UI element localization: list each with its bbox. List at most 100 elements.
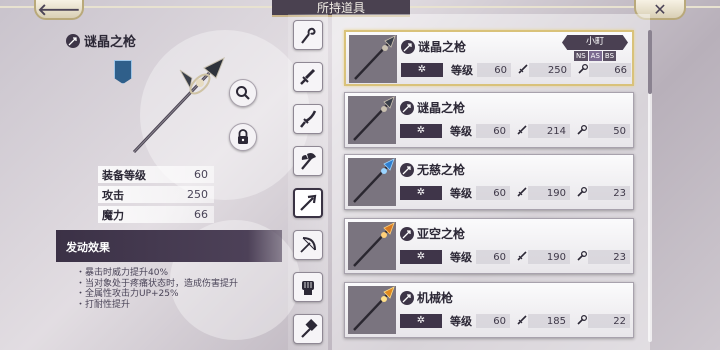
item-card[interactable]: 亚空之枪 ✲ 等级 60 190 23 [344, 218, 634, 274]
level-value-bar: 60 [477, 63, 511, 77]
attack-value-bar: 214 [528, 124, 570, 138]
magic-value-bar: 23 [588, 250, 630, 264]
back-arrow-icon: 🡐 [37, 0, 81, 19]
weapon-thumbnail [348, 286, 396, 334]
detail-item-name: 谜晶之枪 [84, 35, 137, 50]
effect-list: ・暴击时威力提升40% ・当对象处于疼痛状态时，造成伤害提升 ・全属性攻击力UP… [76, 268, 238, 310]
magic-value: 50 [613, 125, 626, 137]
stat-value: 250 [187, 188, 208, 201]
attack-value-bar: 190 [528, 250, 570, 264]
rarity-star-icon: ✲ [400, 186, 442, 200]
magic-value: 23 [613, 251, 626, 263]
item-name: 机械枪 [417, 291, 454, 305]
effect-line: ・暴击时威力提升40% [76, 268, 169, 278]
list-scroll-thumb[interactable] [648, 30, 652, 94]
spear-type-icon [400, 226, 414, 241]
item-card[interactable]: 谜晶之枪 ✲ 等级 60 214 50 [344, 92, 634, 148]
spear-type-icon [400, 162, 414, 177]
rarity-star-icon: ✲ [401, 63, 443, 77]
item-name: 谜晶之枪 [417, 101, 466, 115]
sword-icon [300, 68, 316, 85]
weapon-thumbnail [348, 96, 396, 144]
search-icon [236, 86, 250, 100]
attack-icon [516, 186, 528, 201]
attack-icon [516, 124, 528, 139]
attack-value-bar: 185 [528, 314, 570, 328]
effect-line: ・当对象处于疼痛状态时，造成伤害提升 [76, 278, 239, 289]
attack-value: 190 [546, 251, 566, 263]
stat-label: 装备等级 [102, 168, 146, 182]
spear-type-icon [400, 290, 414, 305]
gauntlet-icon [302, 281, 314, 295]
tab-sword[interactable] [293, 62, 323, 92]
level-value-bar: 60 [476, 124, 510, 138]
tab-katana[interactable] [293, 104, 323, 134]
spear-type-icon [66, 33, 80, 48]
level-value-bar: 60 [476, 314, 510, 328]
tab-axe[interactable] [293, 146, 323, 176]
level-label: 等级 [450, 251, 472, 264]
magic-icon [576, 186, 588, 201]
attack-value: 185 [546, 315, 566, 327]
rarity-star-icon: ✲ [400, 124, 442, 138]
owner-tag: AS [588, 51, 602, 61]
item-name-row: 亚空之枪 [400, 225, 465, 242]
level-value: 60 [493, 187, 506, 199]
stat-label: 攻击 [102, 188, 124, 202]
level-value: 60 [493, 125, 506, 137]
level-value-bar: 60 [476, 250, 510, 264]
item-name-row: 谜晶之枪 [401, 38, 466, 55]
lock-icon [238, 129, 248, 144]
attack-value: 214 [546, 125, 566, 137]
attack-icon [516, 314, 528, 329]
katana-icon [300, 110, 317, 128]
effect-line: ・全属性攻击力UP+25% [76, 289, 179, 299]
item-stats: ✲ 等级 60 214 50 [400, 123, 630, 139]
magic-value: 23 [613, 187, 626, 199]
item-stats: ✲ 等级 60 190 23 [400, 249, 630, 265]
hammer-icon [301, 319, 318, 338]
level-label: 等级 [450, 125, 472, 138]
bow-icon [300, 237, 316, 253]
tab-hammer[interactable] [293, 314, 323, 344]
spear-type-icon [400, 100, 414, 115]
item-name-row: 无慈之枪 [400, 161, 465, 178]
attack-icon [517, 63, 529, 78]
item-card[interactable]: 机械枪 ✲ 等级 60 185 22 [344, 282, 634, 338]
rarity-star-icon: ✲ [400, 250, 442, 264]
level-label: 等级 [451, 64, 473, 77]
attack-value: 250 [547, 64, 567, 76]
stat-row-equip-level: 装备等级 60 [98, 166, 214, 183]
magic-value: 22 [613, 315, 626, 327]
level-value: 60 [493, 251, 506, 263]
tab-staff[interactable] [293, 20, 323, 50]
item-name: 谜晶之枪 [418, 40, 467, 54]
tab-spear[interactable] [293, 188, 323, 218]
search-button[interactable] [229, 79, 257, 107]
level-label: 等级 [450, 315, 472, 328]
stat-row-attack: 攻击 250 [98, 186, 214, 203]
item-name: 亚空之枪 [417, 227, 466, 241]
owner-tag: NS [573, 51, 588, 61]
axe-icon [301, 153, 316, 170]
level-value: 60 [494, 64, 507, 76]
effect-line: ・打耐性提升 [76, 299, 131, 310]
magic-icon [576, 124, 588, 139]
lock-button[interactable] [229, 123, 257, 151]
attack-value: 190 [546, 187, 566, 199]
stat-row-magic: 魔力 66 [98, 206, 214, 223]
item-name-row: 机械枪 [400, 289, 453, 306]
level-label: 等级 [450, 187, 472, 200]
back-button[interactable]: 🡐 [34, 0, 84, 20]
magic-value-bar: 66 [589, 63, 631, 77]
detail-item-name-row: 谜晶之枪 [66, 31, 136, 50]
attack-icon [516, 250, 528, 265]
item-card[interactable]: 无慈之枪 ✲ 等级 60 190 23 [344, 154, 634, 210]
magic-icon [576, 314, 588, 329]
equipped-owner: 小町 NS AS BS [562, 35, 628, 65]
tab-gauntlet[interactable] [293, 272, 323, 302]
item-card[interactable]: 谜晶之枪 ✲ 等级 60 250 66 小町 NS AS BS [344, 30, 634, 86]
owner-name: 小町 [562, 35, 628, 50]
tab-bow[interactable] [293, 230, 323, 260]
stat-value: 66 [194, 208, 208, 221]
